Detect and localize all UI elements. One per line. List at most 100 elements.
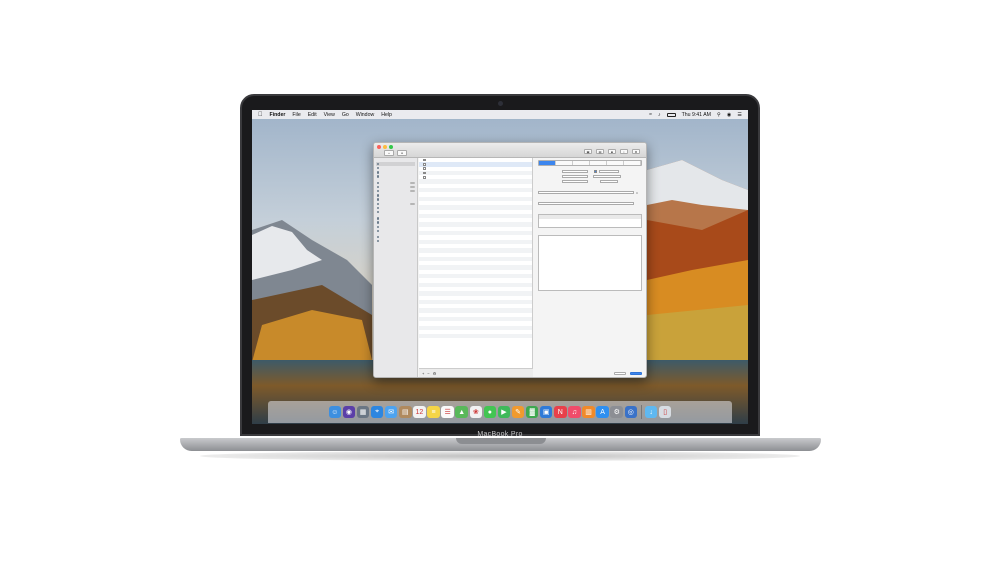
service-icon	[377, 194, 380, 197]
menu-help[interactable]: Help	[381, 112, 392, 118]
battery-icon[interactable]	[666, 112, 676, 117]
php-version-select[interactable]	[562, 174, 588, 179]
news-icon[interactable]: N	[554, 405, 567, 419]
folder-icon	[377, 167, 380, 170]
wifi-icon[interactable]: ≈	[649, 112, 652, 118]
menu-edit[interactable]: Edit	[308, 112, 317, 118]
toolbar-item[interactable]: ⚙	[632, 149, 640, 154]
notes-icon[interactable]: ≡	[427, 405, 440, 419]
service-icon	[377, 202, 380, 205]
window-controls	[377, 145, 393, 149]
volume-icon[interactable]: ♪	[658, 112, 661, 118]
maps-icon[interactable]: ▲	[455, 405, 468, 419]
tab[interactable]	[556, 161, 573, 165]
notification-center-icon[interactable]: ☰	[737, 112, 742, 118]
name-field[interactable]	[562, 169, 588, 174]
calendar-icon[interactable]: 12	[413, 405, 426, 419]
menubar-clock[interactable]: Thu 9:41 AM	[682, 112, 711, 118]
mail-icon[interactable]: ✉	[384, 405, 398, 419]
menu-go[interactable]: Go	[342, 112, 349, 118]
domain-field[interactable]	[598, 169, 619, 174]
sidebar-item[interactable]	[376, 175, 415, 179]
row-checkbox[interactable]	[423, 171, 426, 175]
music-icon[interactable]: ♫	[568, 405, 581, 419]
remove-icon[interactable]: −	[427, 371, 429, 376]
facetime-icon[interactable]: ▶	[497, 405, 511, 419]
checkbox[interactable]	[594, 170, 597, 173]
numbers-icon[interactable]: ▓	[525, 405, 539, 419]
siri-icon[interactable]: ◉	[342, 405, 356, 419]
notes-area[interactable]	[538, 235, 642, 291]
launchpad-icon[interactable]: ▦	[356, 405, 370, 419]
add-icon[interactable]: +	[422, 371, 424, 376]
device-label: MacBook Pro	[477, 431, 523, 438]
row-checkbox[interactable]	[423, 167, 426, 170]
spotlight-icon[interactable]: ⚲	[717, 112, 721, 118]
folder-icon[interactable]: □	[636, 191, 638, 195]
app-store-icon[interactable]: A	[596, 405, 609, 419]
document-root-field[interactable]	[538, 190, 634, 195]
sidebar-item[interactable]	[376, 229, 415, 233]
toolbar-item[interactable]: i	[620, 149, 628, 154]
reminders-icon[interactable]: ☰	[441, 405, 454, 419]
zoom-button[interactable]	[389, 145, 393, 149]
tab[interactable]	[590, 161, 607, 165]
toolbar-item[interactable]: ■	[608, 149, 616, 154]
sidebar-item[interactable]	[376, 239, 415, 243]
row-checkbox[interactable]	[423, 158, 426, 162]
network-app-icon[interactable]: ◎	[624, 405, 638, 419]
tab[interactable]	[539, 161, 556, 165]
service-toggle[interactable]	[410, 202, 415, 206]
pages-icon[interactable]: ✎	[511, 405, 525, 419]
downloads-folder-icon[interactable]: ↓	[644, 405, 658, 419]
toolbar-button[interactable]: +	[384, 150, 394, 156]
service-toggle[interactable]	[410, 185, 415, 189]
service-toggle[interactable]	[410, 189, 415, 193]
aliases-field[interactable]	[538, 201, 634, 206]
messages-icon[interactable]: ●	[483, 405, 497, 419]
dock: ☺ ◉ ▦ ⌖ ✉ ▤ 12 ≡ ☰ ▲ ❀ ● ▶ ✎ ▓ ▣ N ♫ ▥ A ⚙ ◎ ↓ ▯	[268, 401, 732, 423]
finder-icon[interactable]: ☺	[328, 405, 342, 419]
ok-button[interactable]	[630, 371, 642, 375]
menu-app-name[interactable]: Finder	[270, 112, 286, 118]
trash-icon[interactable]: ▯	[658, 405, 672, 419]
keynote-icon[interactable]: ▣	[539, 405, 553, 419]
toolbar-item[interactable]: ▣	[584, 149, 592, 154]
contacts-icon[interactable]: ▤	[399, 405, 412, 419]
toolbar-button[interactable]: ●	[397, 150, 407, 156]
screen:  Finder File Edit View Go Window Help ≈…	[252, 110, 748, 424]
app-window: + ● ▣ ▤ ■ i ⚙ + − ⚙ □	[373, 142, 647, 378]
system-preferences-icon[interactable]: ⚙	[610, 405, 623, 419]
detail-tabs	[538, 160, 642, 166]
close-button[interactable]	[377, 145, 381, 149]
service-icon	[377, 185, 380, 189]
apple-icon[interactable]: 	[258, 112, 263, 118]
port-field[interactable]	[600, 179, 618, 184]
siri-menubar-icon[interactable]: ◉	[727, 112, 732, 118]
sidebar-item[interactable]	[376, 210, 415, 214]
menu-view[interactable]: View	[324, 112, 335, 118]
dns-select[interactable]	[593, 174, 621, 179]
service-toggle[interactable]	[410, 181, 415, 185]
toolbar-item[interactable]: ▤	[596, 149, 604, 154]
tab[interactable]	[607, 161, 624, 165]
menu-window[interactable]: Window	[356, 112, 374, 118]
lock-icon: ■	[608, 149, 616, 154]
folder-icon	[377, 162, 380, 166]
ip-field[interactable]	[562, 179, 588, 184]
minimize-button[interactable]	[383, 145, 387, 149]
cancel-button[interactable]	[614, 371, 626, 375]
service-icon	[377, 181, 380, 185]
row-checkbox[interactable]	[423, 176, 426, 179]
row-checkbox[interactable]	[423, 163, 426, 166]
language-icon	[377, 221, 380, 224]
menu-file[interactable]: File	[292, 112, 300, 118]
safari-icon[interactable]: ⌖	[370, 405, 384, 419]
books-icon[interactable]: ▥	[582, 405, 595, 419]
tab[interactable]	[573, 161, 590, 165]
photos-icon[interactable]: ❀	[469, 405, 483, 419]
section-title	[538, 209, 642, 212]
tab[interactable]	[624, 161, 641, 165]
gear-icon: ⚙	[632, 149, 640, 154]
gear-icon[interactable]: ⚙	[433, 371, 437, 376]
